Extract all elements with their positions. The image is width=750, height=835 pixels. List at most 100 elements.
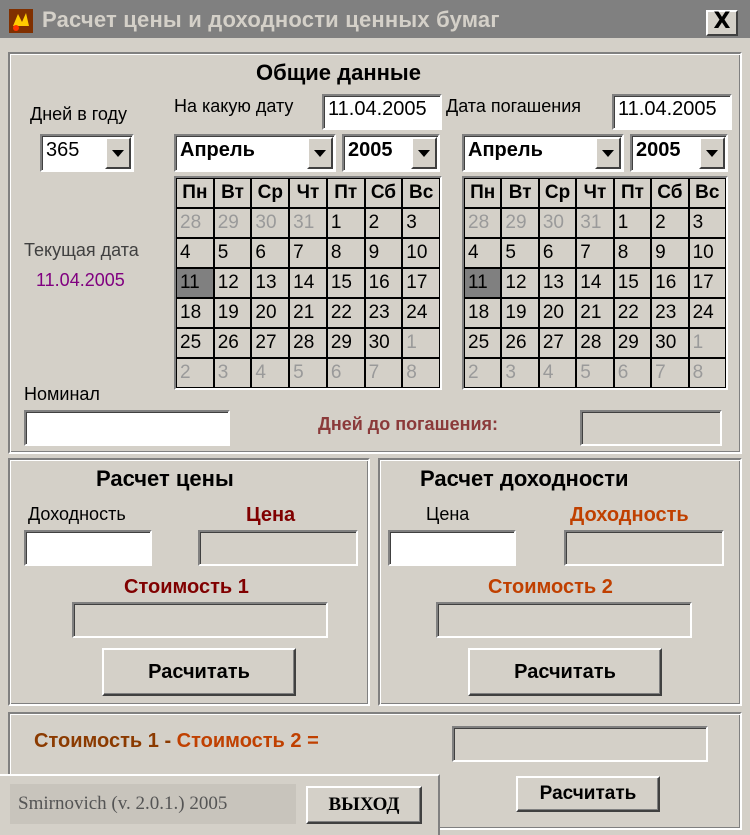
calendar-day-other-month[interactable]: 3	[214, 359, 251, 387]
calendar2-month-select[interactable]: Апрель	[462, 134, 624, 172]
dropdown-button[interactable]	[595, 137, 621, 169]
calendar-day-other-month[interactable]: 4	[539, 359, 576, 387]
calculate-difference-button[interactable]: Расчитать	[516, 776, 660, 812]
calendar-day[interactable]: 20	[539, 299, 576, 327]
calendar-day[interactable]: 18	[465, 299, 501, 327]
calendar-day-other-month[interactable]: 5	[577, 359, 613, 387]
calendar-day[interactable]: 21	[290, 299, 326, 327]
calendar-day[interactable]: 14	[290, 269, 326, 297]
calendar-day[interactable]: 29	[327, 329, 364, 357]
calendar-day-other-month[interactable]: 1	[403, 329, 439, 357]
calendar-day[interactable]: 5	[502, 239, 538, 267]
calendar-day[interactable]: 28	[290, 329, 326, 357]
calendar-day[interactable]: 1	[327, 209, 364, 237]
calendar-maturity-date[interactable]: Пн Вт Ср Чт Пт Сб Вс 28 29 30 31 1 2 3 4 5 6 7 8 9 10 11 12 13 1…	[462, 176, 728, 390]
calendar-day-other-month[interactable]: 28	[465, 209, 501, 237]
calendar-day[interactable]: 24	[403, 299, 439, 327]
calendar-day[interactable]: 25	[465, 329, 501, 357]
calendar-day[interactable]: 17	[689, 269, 725, 297]
calendar2-year-select[interactable]: 2005	[630, 134, 728, 172]
calculate-yield-button[interactable]: Расчитать	[468, 648, 662, 696]
calendar-day[interactable]: 30	[652, 329, 688, 357]
calendar-day[interactable]: 23	[652, 299, 688, 327]
calendar-day[interactable]: 27	[539, 329, 576, 357]
calendar-day-other-month[interactable]: 4	[252, 359, 289, 387]
calendar-day[interactable]: 7	[290, 239, 326, 267]
calendar-day-other-month[interactable]: 6	[327, 359, 364, 387]
dropdown-button[interactable]	[411, 137, 437, 169]
calendar-day[interactable]: 27	[252, 329, 289, 357]
calendar-day[interactable]: 26	[502, 329, 538, 357]
days-in-year-select[interactable]: 365	[40, 134, 134, 172]
calendar-day[interactable]: 19	[502, 299, 538, 327]
calendar-day[interactable]: 1	[614, 209, 651, 237]
calendar-day[interactable]: 13	[539, 269, 576, 297]
calendar-day[interactable]: 24	[689, 299, 725, 327]
calendar-day[interactable]: 25	[177, 329, 213, 357]
calendar-day-other-month[interactable]: 2	[177, 359, 213, 387]
calendar-day[interactable]: 6	[252, 239, 289, 267]
calendar-day-other-month[interactable]: 8	[403, 359, 439, 387]
calculate-price-button[interactable]: Расчитать	[102, 648, 296, 696]
calendar-day[interactable]: 2	[365, 209, 402, 237]
calendar-day[interactable]: 19	[214, 299, 251, 327]
calendar-day[interactable]: 9	[365, 239, 402, 267]
calendar-day[interactable]: 4	[177, 239, 213, 267]
calendar-day[interactable]: 26	[214, 329, 251, 357]
calendar-day[interactable]: 16	[652, 269, 688, 297]
calendar-day-other-month[interactable]: 31	[577, 209, 613, 237]
calendar-day-other-month[interactable]: 29	[214, 209, 251, 237]
price-input[interactable]	[388, 530, 516, 566]
calendar-day[interactable]: 14	[577, 269, 613, 297]
calendar-day-other-month[interactable]: 30	[539, 209, 576, 237]
dropdown-button[interactable]	[307, 137, 333, 169]
calendar-day[interactable]: 15	[327, 269, 364, 297]
calendar-day-other-month[interactable]: 8	[689, 359, 725, 387]
calendar-day[interactable]: 3	[403, 209, 439, 237]
close-button[interactable]: X	[706, 10, 738, 36]
calendar-day[interactable]: 21	[577, 299, 613, 327]
calendar-day[interactable]: 10	[403, 239, 439, 267]
nominal-input[interactable]	[24, 410, 230, 446]
calendar-day[interactable]: 29	[614, 329, 651, 357]
calendar-day[interactable]: 15	[614, 269, 651, 297]
maturity-date-field[interactable]: 11.04.2005	[612, 94, 732, 130]
calendar-day[interactable]: 18	[177, 299, 213, 327]
calendar-day[interactable]: 20	[252, 299, 289, 327]
calendar-day-other-month[interactable]: 29	[502, 209, 538, 237]
title-bar[interactable]: Расчет цены и доходности ценных бумаг X	[0, 0, 750, 40]
calendar-day[interactable]: 5	[214, 239, 251, 267]
calendar-day[interactable]: 22	[327, 299, 364, 327]
calendar1-year-select[interactable]: 2005	[342, 134, 440, 172]
calendar-settlement-date[interactable]: Пн Вт Ср Чт Пт Сб Вс 28 29 30 31 1 2 3 4 5 6 7 8 9 10 11 12 13 1…	[174, 176, 442, 390]
calendar-day[interactable]: 4	[465, 239, 501, 267]
calendar-day-selected[interactable]: 11	[177, 269, 213, 297]
calendar-day[interactable]: 10	[689, 239, 725, 267]
yield-input[interactable]	[24, 530, 152, 566]
dropdown-button[interactable]	[105, 137, 131, 169]
calendar-day[interactable]: 7	[577, 239, 613, 267]
calendar-day-other-month[interactable]: 1	[689, 329, 725, 357]
calendar-day[interactable]: 8	[614, 239, 651, 267]
calendar-day-other-month[interactable]: 30	[252, 209, 289, 237]
calendar-day-other-month[interactable]: 2	[465, 359, 501, 387]
calendar-day-other-month[interactable]: 7	[365, 359, 402, 387]
calendar-day[interactable]: 28	[577, 329, 613, 357]
calendar-day[interactable]: 2	[652, 209, 688, 237]
calendar-day[interactable]: 23	[365, 299, 402, 327]
dropdown-button[interactable]	[699, 137, 725, 169]
calendar-day[interactable]: 22	[614, 299, 651, 327]
calendar-day-other-month[interactable]: 7	[652, 359, 688, 387]
calendar-day[interactable]: 8	[327, 239, 364, 267]
calendar-day-other-month[interactable]: 3	[502, 359, 538, 387]
calendar-day[interactable]: 16	[365, 269, 402, 297]
calendar-day-selected[interactable]: 11	[465, 269, 501, 297]
exit-button[interactable]: ВЫХОД	[306, 786, 422, 824]
calendar-day[interactable]: 12	[502, 269, 538, 297]
calendar-day[interactable]: 9	[652, 239, 688, 267]
on-date-field[interactable]: 11.04.2005	[322, 94, 442, 130]
calendar-day[interactable]: 3	[689, 209, 725, 237]
calendar-day[interactable]: 30	[365, 329, 402, 357]
calendar1-month-select[interactable]: Апрель	[174, 134, 336, 172]
calendar-day[interactable]: 12	[214, 269, 251, 297]
